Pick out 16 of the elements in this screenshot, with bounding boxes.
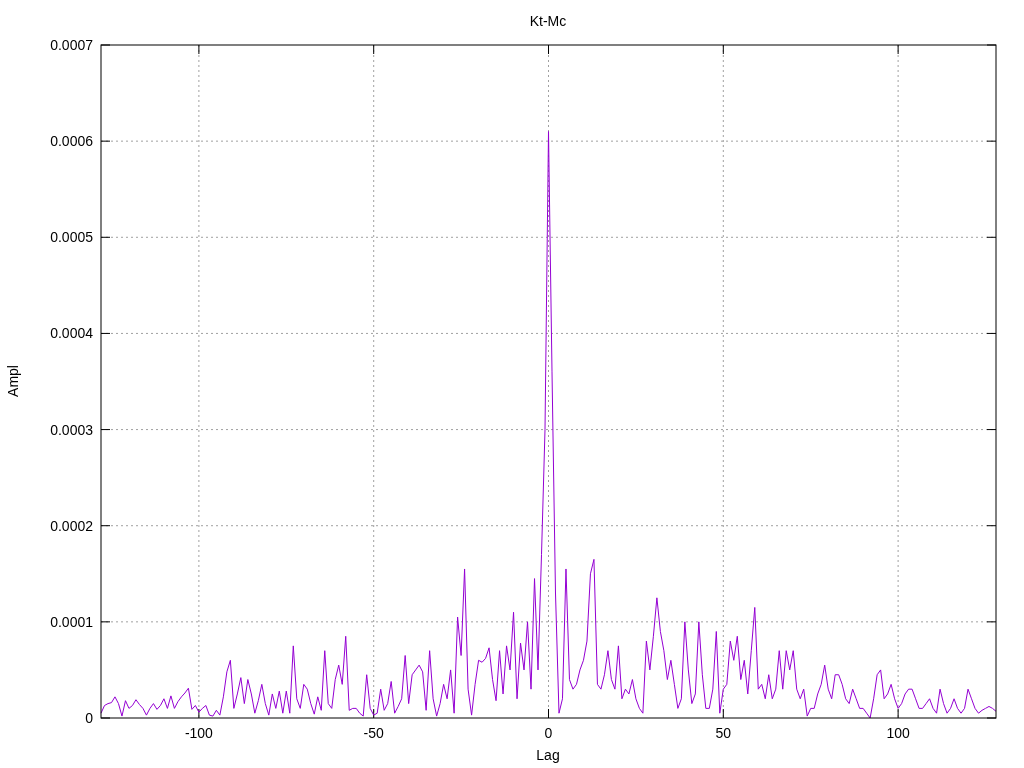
tick-label: 0.0005	[50, 229, 93, 246]
tick-label: 0.0004	[50, 325, 93, 342]
chart-title: Kt-Mc	[529, 13, 567, 29]
tick-label: 0	[85, 710, 93, 726]
tick-label: 50	[715, 725, 732, 741]
tick-label: 0.0001	[50, 613, 93, 630]
axis-label: Lag	[536, 747, 560, 763]
tick-label: 0.0003	[50, 421, 93, 438]
axis-label: Ampl	[5, 365, 21, 397]
tick-label: -50	[363, 725, 384, 741]
tick-label: -100	[184, 725, 213, 741]
tick-label: 0.0007	[50, 37, 93, 53]
tick-label: 0.0002	[50, 517, 93, 534]
tick-label: 0	[544, 725, 553, 741]
tick-label: 100	[886, 725, 910, 741]
tick-label: 0.0006	[50, 133, 93, 150]
